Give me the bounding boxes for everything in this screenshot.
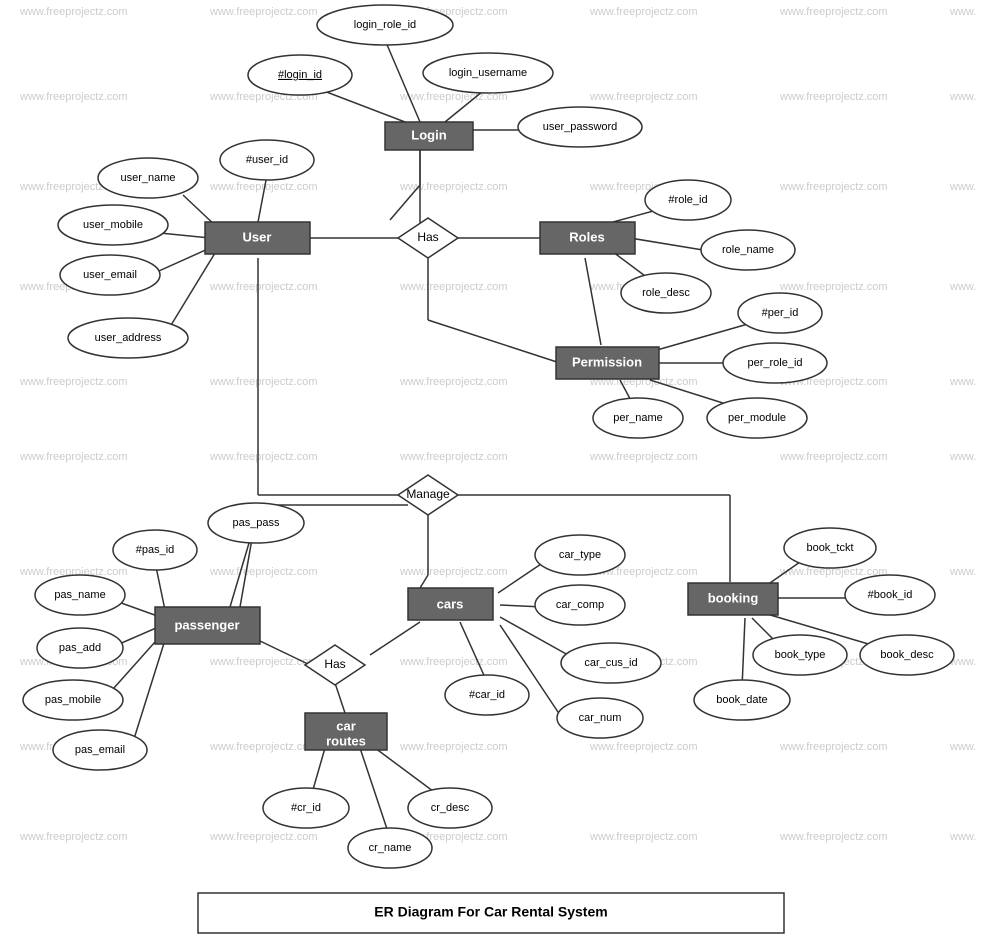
- attr-per-name-label: per_name: [613, 412, 663, 424]
- attr-car-comp-label: car_comp: [556, 599, 604, 611]
- svg-text:www.freeprojectz.com: www.freeprojectz.com: [19, 91, 128, 103]
- attr-pas-add-label: pas_add: [59, 642, 101, 654]
- attr-book-desc-label: book_desc: [880, 649, 934, 661]
- svg-text:www.freeprojectz.com: www.freeprojectz.com: [589, 91, 698, 103]
- attr-cr-name-label: cr_name: [369, 842, 412, 854]
- svg-text:www.freeprojectz.com: www.freeprojectz.com: [19, 831, 128, 843]
- svg-text:www.: www.: [949, 741, 976, 753]
- entity-login-label: Login: [411, 127, 446, 142]
- svg-text:www.freeprojectz.com: www.freeprojectz.com: [399, 376, 508, 388]
- svg-text:www.freeprojectz.com: www.freeprojectz.com: [779, 6, 888, 18]
- svg-text:www.: www.: [949, 451, 976, 463]
- er-diagram: www.freeprojectz.com www.freeprojectz.co…: [0, 0, 1001, 941]
- attr-cr-id-label: #cr_id: [291, 802, 321, 814]
- svg-text:www.freeprojectz.com: www.freeprojectz.com: [779, 831, 888, 843]
- entity-user-label: User: [243, 229, 272, 244]
- attr-user-address-label: user_address: [95, 332, 162, 344]
- entity-roles-label: Roles: [569, 229, 604, 244]
- svg-text:www.freeprojectz.com: www.freeprojectz.com: [779, 91, 888, 103]
- attr-pas-pass-label: pas_pass: [232, 517, 280, 529]
- svg-text:www.freeprojectz.com: www.freeprojectz.com: [19, 376, 128, 388]
- svg-text:www.freeprojectz.com: www.freeprojectz.com: [589, 6, 698, 18]
- entity-passenger-label: passenger: [174, 617, 239, 632]
- entity-booking-label: booking: [708, 590, 759, 605]
- attr-pas-email-label: pas_email: [75, 744, 125, 756]
- attr-cr-desc-label: cr_desc: [431, 802, 470, 814]
- svg-text:www.freeprojectz.com: www.freeprojectz.com: [779, 741, 888, 753]
- attr-per-module-label: per_module: [728, 412, 786, 424]
- entity-car-routes-label-line1: car: [336, 718, 356, 733]
- svg-text:www.freeprojectz.com: www.freeprojectz.com: [209, 831, 318, 843]
- attr-role-name-label: role_name: [722, 244, 774, 256]
- attr-login-role-id-label: login_role_id: [354, 19, 416, 31]
- attr-per-role-id-label: per_role_id: [747, 357, 802, 369]
- svg-text:www.: www.: [949, 281, 976, 293]
- svg-text:www.freeprojectz.com: www.freeprojectz.com: [209, 741, 318, 753]
- relationship-has2-label: Has: [324, 657, 345, 671]
- svg-text:www.freeprojectz.com: www.freeprojectz.com: [209, 6, 318, 18]
- svg-text:www.freeprojectz.com: www.freeprojectz.com: [399, 566, 508, 578]
- svg-text:www.freeprojectz.com: www.freeprojectz.com: [209, 451, 318, 463]
- attr-car-num-label: car_num: [579, 712, 622, 724]
- svg-text:www.freeprojectz.com: www.freeprojectz.com: [209, 656, 318, 668]
- attr-user-email-label: user_email: [83, 269, 137, 281]
- attr-car-cus-id-label: car_cus_id: [584, 657, 637, 669]
- attr-per-id-label: #per_id: [762, 307, 799, 319]
- svg-text:www.: www.: [949, 6, 976, 18]
- attr-pas-id-label: #pas_id: [136, 544, 175, 556]
- attr-book-date-label: book_date: [716, 694, 767, 706]
- svg-text:www.: www.: [949, 91, 976, 103]
- svg-text:www.: www.: [949, 831, 976, 843]
- entity-car-routes-label-line2: routes: [326, 733, 366, 748]
- attr-book-id-label: #book_id: [868, 589, 913, 601]
- svg-text:www.freeprojectz.com: www.freeprojectz.com: [589, 741, 698, 753]
- svg-text:www.freeprojectz.com: www.freeprojectz.com: [589, 451, 698, 463]
- svg-text:www.freeprojectz.com: www.freeprojectz.com: [399, 656, 508, 668]
- attr-user-password-label: user_password: [543, 121, 618, 133]
- attr-pas-name-label: pas_name: [54, 589, 105, 601]
- relationship-has1-label: Has: [417, 230, 438, 244]
- attr-car-id-label: #car_id: [469, 689, 505, 701]
- attr-user-name-label: user_name: [120, 172, 175, 184]
- svg-text:www.: www.: [949, 566, 976, 578]
- attr-login-username-label: login_username: [449, 67, 527, 79]
- svg-text:www.freeprojectz.com: www.freeprojectz.com: [589, 831, 698, 843]
- attr-car-type-label: car_type: [559, 549, 601, 561]
- attr-role-desc-label: role_desc: [642, 287, 690, 299]
- svg-text:www.freeprojectz.com: www.freeprojectz.com: [209, 566, 318, 578]
- svg-text:www.freeprojectz.com: www.freeprojectz.com: [779, 281, 888, 293]
- attr-user-id-label: #user_id: [246, 154, 288, 166]
- attr-pas-mobile-label: pas_mobile: [45, 694, 101, 706]
- attr-role-id-label: #role_id: [668, 194, 707, 206]
- svg-text:www.freeprojectz.com: www.freeprojectz.com: [19, 6, 128, 18]
- attr-login-id-label: #login_id: [278, 69, 322, 81]
- svg-text:www.freeprojectz.com: www.freeprojectz.com: [779, 181, 888, 193]
- svg-text:www.freeprojectz.com: www.freeprojectz.com: [19, 451, 128, 463]
- diagram-title: ER Diagram For Car Rental System: [374, 904, 607, 920]
- attr-book-tckt-label: book_tckt: [806, 542, 853, 554]
- svg-text:www.: www.: [949, 181, 976, 193]
- attr-book-type-label: book_type: [775, 649, 826, 661]
- svg-text:www.: www.: [949, 376, 976, 388]
- entity-permission-label: Permission: [572, 354, 642, 369]
- svg-text:www.freeprojectz.com: www.freeprojectz.com: [399, 451, 508, 463]
- svg-text:www.freeprojectz.com: www.freeprojectz.com: [779, 451, 888, 463]
- svg-text:www.freeprojectz.com: www.freeprojectz.com: [399, 741, 508, 753]
- svg-text:www.freeprojectz.com: www.freeprojectz.com: [209, 376, 318, 388]
- svg-text:www.freeprojectz.com: www.freeprojectz.com: [209, 281, 318, 293]
- relationship-manage-label: Manage: [406, 487, 450, 501]
- attr-user-mobile-label: user_mobile: [83, 219, 143, 231]
- entity-cars-label: cars: [437, 596, 464, 611]
- svg-text:www.freeprojectz.com: www.freeprojectz.com: [399, 281, 508, 293]
